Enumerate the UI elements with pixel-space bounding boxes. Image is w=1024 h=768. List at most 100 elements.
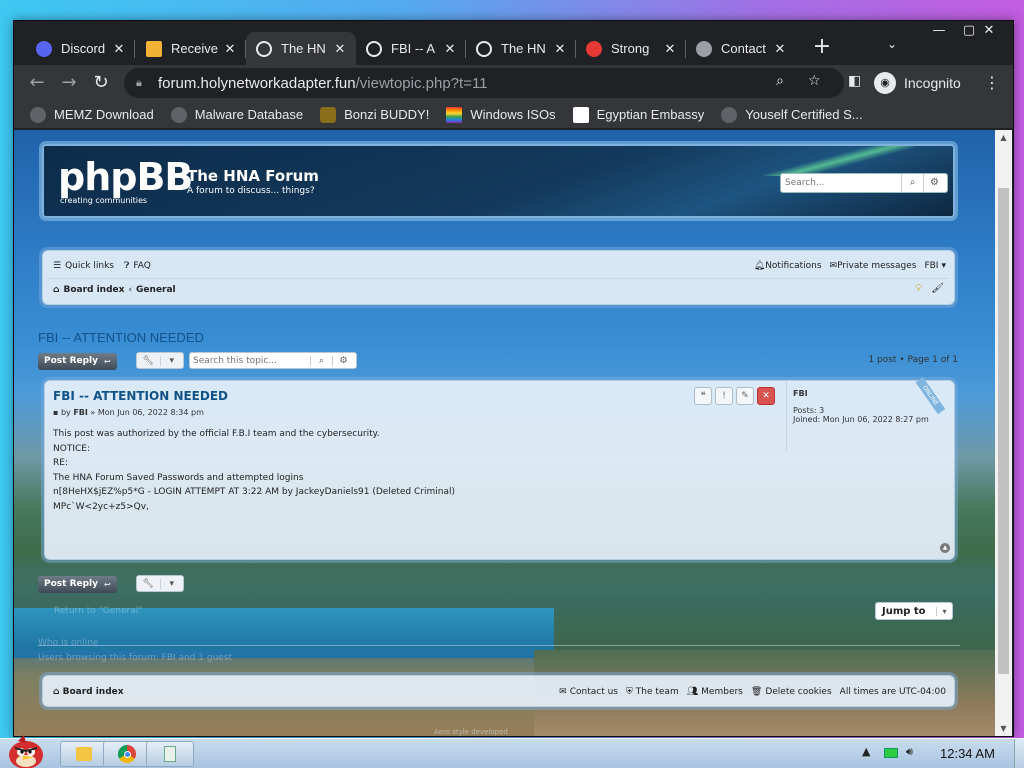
close-window-button[interactable]: ✕ xyxy=(974,21,1004,41)
delete-button[interactable]: ✕ xyxy=(757,387,775,405)
page-viewport: phpBB creating communities The HNA Forum… xyxy=(14,130,996,736)
close-icon[interactable]: ✕ xyxy=(111,41,127,57)
bookmark-memz[interactable]: MEMZ Download xyxy=(30,106,154,123)
reply-arrow-icon: ↩ xyxy=(104,580,111,589)
post-reply-button-bottom[interactable]: Post Reply ↩ xyxy=(38,576,117,593)
caret-down-icon: ▾ xyxy=(941,261,946,271)
bookmark-malware-db[interactable]: Malware Database xyxy=(170,106,303,123)
start-angry-bird-icon[interactable] xyxy=(4,733,46,768)
profile-posts[interactable]: Posts: 3 xyxy=(793,406,950,415)
faq-link[interactable]: ❓︎ FAQ xyxy=(124,261,151,271)
lightbulb-icon[interactable]: 💡︎ xyxy=(915,283,922,294)
search-icon[interactable]: ⌕ xyxy=(310,355,332,366)
caret-down-icon: ▾ xyxy=(159,355,184,366)
close-icon[interactable]: ✕ xyxy=(332,41,348,57)
taskbar-notepad[interactable] xyxy=(146,741,194,767)
topic-search-input[interactable] xyxy=(190,355,310,366)
address-bar[interactable]: 🔒︎ forum.holynetworkadapter.fun/viewtopi… xyxy=(124,68,844,98)
tab-fbi[interactable]: FBI -- A ✕ xyxy=(356,32,466,65)
system-clock[interactable]: 12:34 AM xyxy=(940,746,995,761)
brush-icon[interactable]: 🖌︎ xyxy=(931,283,944,294)
search-icon[interactable]: ⌕ xyxy=(901,174,923,192)
notifications-link[interactable]: 🔔︎ Notifications xyxy=(754,261,822,271)
post-author-link[interactable]: FBI xyxy=(73,408,88,417)
bookmark-egyptian-embassy[interactable]: Egyptian Embassy xyxy=(572,106,704,123)
forum-header: phpBB creating communities The HNA Forum… xyxy=(42,144,955,218)
the-team-link[interactable]: ⛨ The team xyxy=(626,687,679,697)
advanced-search-gear-icon[interactable]: ⚙ xyxy=(923,174,945,192)
breadcrumb-general[interactable]: General xyxy=(136,285,176,295)
battery-icon[interactable] xyxy=(884,748,898,758)
private-messages-link[interactable]: ✉ Private messages xyxy=(830,261,917,271)
post-content: This post was authorized by the official… xyxy=(53,427,455,514)
incognito-profile[interactable]: ◉ Incognito xyxy=(874,70,961,96)
close-icon[interactable]: ✕ xyxy=(222,41,238,57)
taskbar-explorer[interactable] xyxy=(60,741,108,767)
strong-icon xyxy=(586,40,602,57)
globe-icon xyxy=(476,40,492,57)
post-line: RE: xyxy=(53,458,68,468)
topic-tools-button-bottom[interactable]: 🔧︎ ▾ xyxy=(136,575,184,592)
tab-discord[interactable]: Discord ✕ xyxy=(26,32,135,65)
bookmark-windows-isos[interactable]: Windows ISOs xyxy=(446,106,556,123)
topic-title[interactable]: FBI -- ATTENTION NEEDED xyxy=(38,330,204,345)
home-icon: ⌂ xyxy=(53,687,63,697)
edit-button[interactable]: ✎ xyxy=(736,387,754,405)
breadcrumb-board-index[interactable]: ⌂ Board index xyxy=(53,285,124,295)
tab-the-hna-active[interactable]: The HN ✕ xyxy=(246,32,356,65)
scroll-down-icon[interactable]: ▼ xyxy=(995,721,1012,736)
post-profile: FBI Posts: 3 Joined: Mon Jun 06, 2022 8:… xyxy=(786,377,956,451)
forward-button[interactable]: → xyxy=(56,70,82,96)
members-link[interactable]: 👥︎ Members xyxy=(687,687,743,697)
show-desktop-button[interactable] xyxy=(1014,739,1024,768)
jump-to-dropdown[interactable]: Jump to ▾ xyxy=(875,602,953,620)
bookmark-bonzi[interactable]: Bonzi BUDDY! xyxy=(320,106,429,123)
post-title[interactable]: FBI -- ATTENTION NEEDED xyxy=(53,389,228,403)
tab-search-chevron-icon[interactable]: ⌄ xyxy=(882,37,902,57)
tray-expand-icon[interactable]: ▲ xyxy=(862,745,870,758)
header-search-input[interactable] xyxy=(781,174,901,192)
close-icon[interactable]: ✕ xyxy=(662,41,678,57)
close-icon[interactable]: ✕ xyxy=(442,41,458,57)
header-search: ⌕ ⚙ xyxy=(780,173,948,193)
quick-links-menu[interactable]: ☰ Quick links xyxy=(53,261,114,271)
quote-button[interactable]: ❝ xyxy=(694,387,712,405)
bookmark-youself-certified[interactable]: Youself Certified S... xyxy=(721,106,863,123)
side-panel-icon[interactable]: ◧ xyxy=(848,73,861,89)
phpbb-logo[interactable]: phpBB xyxy=(58,158,193,196)
advanced-search-gear-icon[interactable]: ⚙ xyxy=(332,355,354,366)
zoom-icon[interactable]: ⌕ xyxy=(776,73,784,89)
nav-panel: ☰ Quick links ❓︎ FAQ 🔔︎ Notifications ✉ Priv… xyxy=(42,250,955,305)
minimize-button[interactable]: — xyxy=(924,21,954,41)
tab-contact[interactable]: Contact ✕ xyxy=(686,32,796,65)
tab-title: Receive xyxy=(171,41,218,56)
topic-tools-button[interactable]: 🔧︎ ▾ xyxy=(136,352,184,369)
tab-receive[interactable]: Receive ✕ xyxy=(136,32,246,65)
delete-cookies-link[interactable]: 🗑︎ Delete cookies xyxy=(751,687,832,697)
lock-icon: 🔒︎ xyxy=(136,76,142,89)
browser-toolbar: ← → ↻ 🔒︎ forum.holynetworkadapter.fun/vi… xyxy=(14,65,1013,101)
return-link[interactable]: Return to "General" xyxy=(54,606,142,616)
post-reply-button[interactable]: Post Reply ↩ xyxy=(38,353,117,370)
tab-strong[interactable]: Strong ✕ xyxy=(576,32,686,65)
report-button[interactable]: ! xyxy=(715,387,733,405)
volume-icon[interactable]: 🔊︎ xyxy=(906,745,913,759)
bookmark-star-icon[interactable]: ☆ xyxy=(808,73,821,89)
footer-board-index[interactable]: ⌂ Board index xyxy=(53,687,124,697)
reload-button[interactable]: ↻ xyxy=(88,70,114,96)
taskbar-chrome[interactable] xyxy=(103,741,151,767)
close-icon[interactable]: ✕ xyxy=(772,41,788,57)
user-menu[interactable]: FBI ▾ xyxy=(924,261,946,271)
scroll-thumb[interactable] xyxy=(998,188,1009,674)
scroll-up-icon[interactable]: ▲ xyxy=(995,130,1012,145)
tab-the-hna[interactable]: The HN ✕ xyxy=(466,32,576,65)
rainbow-flag-icon xyxy=(446,106,463,123)
back-button[interactable]: ← xyxy=(24,70,50,96)
menu-icon: ☰ xyxy=(53,261,62,271)
new-tab-button[interactable]: + xyxy=(808,34,836,62)
page-scrollbar[interactable]: ▲ ▼ xyxy=(995,130,1012,736)
close-icon[interactable]: ✕ xyxy=(552,41,568,57)
contact-us-link[interactable]: ✉ Contact us xyxy=(559,687,618,697)
menu-kebab-icon[interactable]: ⋮ xyxy=(982,70,1002,96)
back-to-top-icon[interactable]: ▲ xyxy=(940,543,950,553)
